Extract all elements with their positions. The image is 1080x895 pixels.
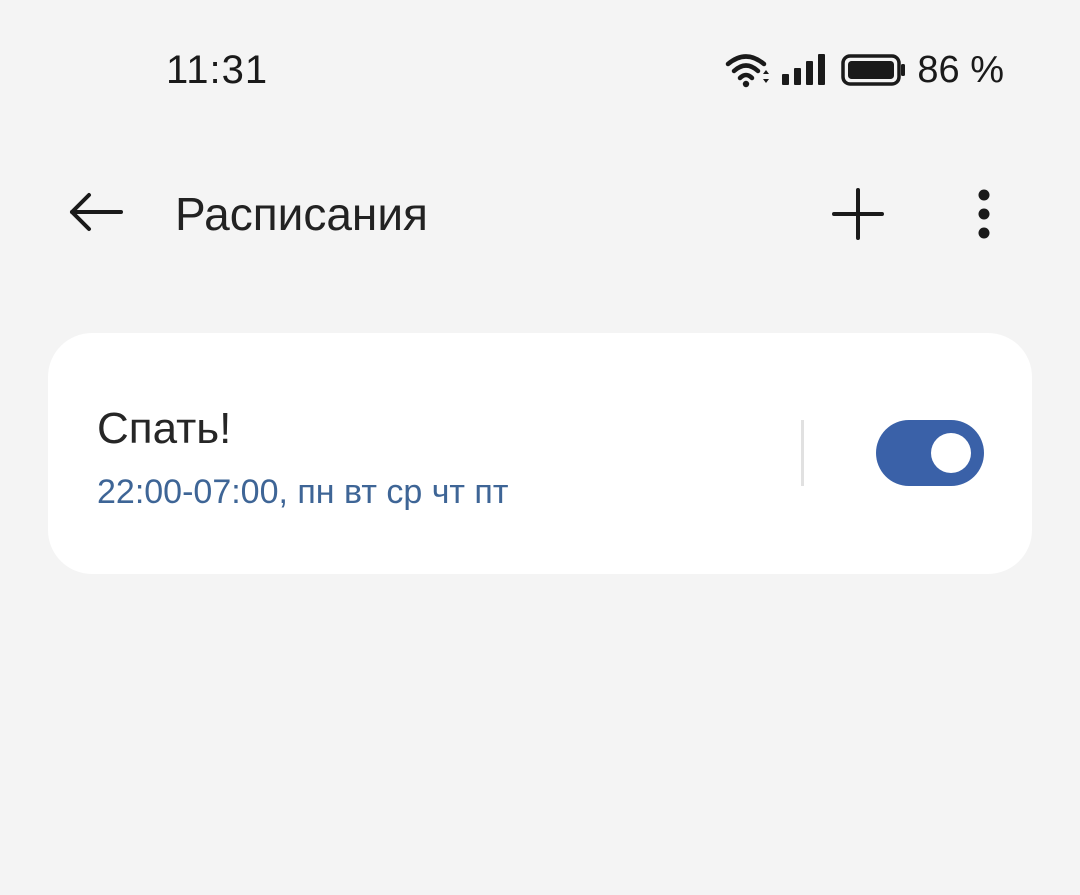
more-options-button[interactable] (958, 182, 1010, 246)
schedule-card: Спать! 22:00-07:00, пн вт ср чт пт (48, 333, 1032, 574)
page-title: Расписания (175, 188, 428, 240)
battery-percent: 86 % (917, 49, 1004, 91)
signal-icon (782, 54, 826, 85)
status-bar: 11:31 86 % (0, 0, 1080, 140)
status-time: 11:31 (166, 48, 269, 92)
more-vertical-icon (978, 189, 990, 239)
add-schedule-button[interactable] (826, 182, 890, 246)
schedule-details: 22:00-07:00, пн вт ср чт пт (97, 473, 509, 511)
arrow-left-icon (70, 193, 123, 231)
wifi-icon (726, 54, 770, 88)
toggle-knob (931, 433, 971, 473)
schedule-item[interactable]: Спать! 22:00-07:00, пн вт ср чт пт (48, 333, 800, 574)
toolbar: Расписания (0, 170, 1080, 256)
card-divider (801, 420, 804, 486)
back-button[interactable] (58, 184, 134, 240)
schedule-name: Спать! (97, 404, 232, 453)
schedule-toggle[interactable] (876, 420, 984, 486)
plus-icon (832, 188, 884, 240)
status-icons: 86 % (725, 46, 1004, 94)
battery-icon (841, 54, 906, 86)
